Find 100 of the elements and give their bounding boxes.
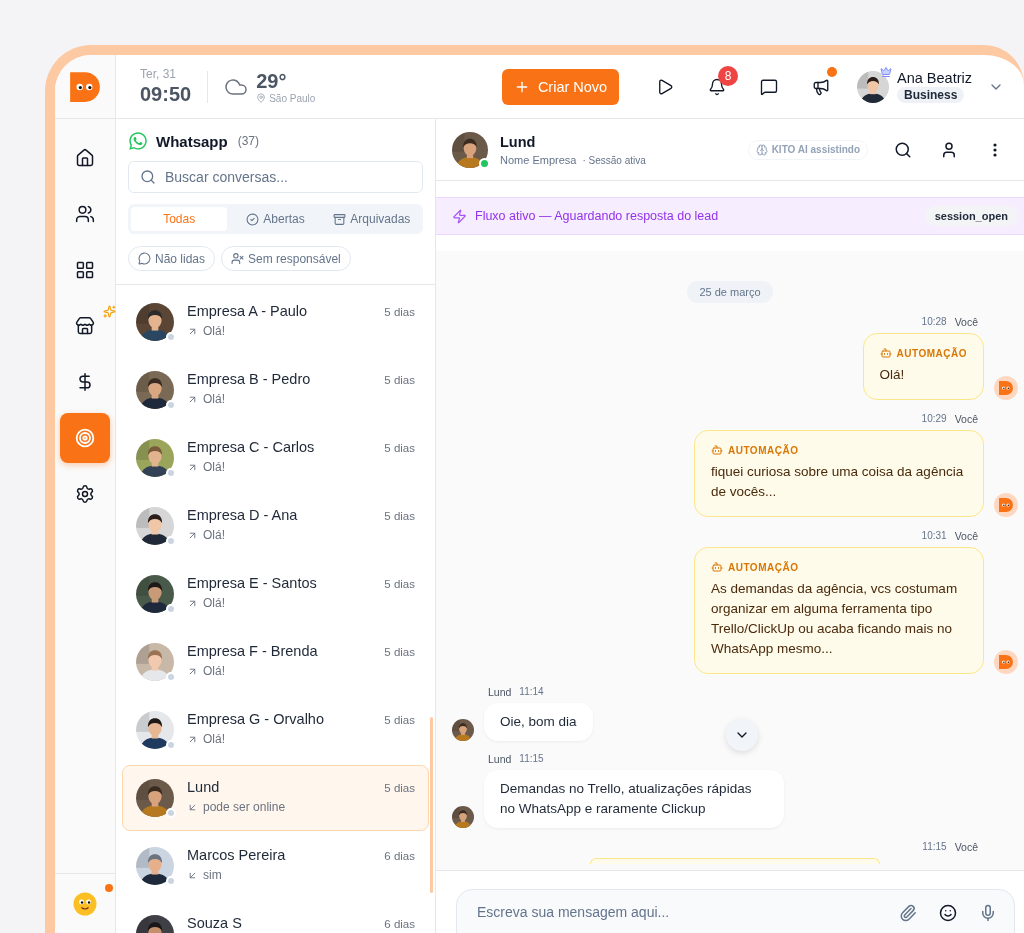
conversation-item[interactable]: Souza S 6 dias xyxy=(116,901,435,933)
time-text: 5 dias xyxy=(384,374,415,386)
message-preview: Olá! xyxy=(203,528,225,542)
message-bubble: Oie, bom dia xyxy=(484,703,593,741)
date-separator: 25 de março xyxy=(687,281,773,303)
sparkle-icon xyxy=(103,305,116,318)
message-time: 10:28 xyxy=(921,316,947,328)
message-preview: Olá! xyxy=(203,732,225,746)
automation-label: AUTOMAÇÃO xyxy=(728,561,799,573)
time-text: 5 dias xyxy=(384,306,415,318)
session-status: · Sessão ativa xyxy=(582,154,646,166)
contact-name: Empresa A - Paulo xyxy=(187,303,308,319)
sender-name: Lund xyxy=(488,753,512,765)
time-text: 5 dias xyxy=(384,782,415,794)
message-preview: Olá! xyxy=(203,460,225,474)
filter-tab[interactable]: Arquivadas xyxy=(323,207,420,231)
channel-title: Whatsapp xyxy=(156,132,228,150)
notifications-button[interactable]: 8 xyxy=(691,68,744,105)
message-time: 11:15 xyxy=(922,841,947,853)
lightning-icon xyxy=(452,208,467,224)
contact-name: Empresa D - Ana xyxy=(187,507,298,523)
contact-name: Empresa F - Brenda xyxy=(187,643,318,659)
contact-name: Souza S xyxy=(187,915,242,931)
sender-name: Você xyxy=(954,413,978,425)
check-circle-icon xyxy=(246,212,260,226)
search-icon xyxy=(140,169,156,185)
sender-name: Você xyxy=(954,530,978,542)
city-text: São Paulo xyxy=(269,92,316,104)
automation-label: AUTOMAÇÃO xyxy=(728,444,799,456)
home-icon xyxy=(75,148,95,168)
chat-icon xyxy=(760,77,779,96)
message-preview: sim xyxy=(203,868,222,882)
microphone-icon[interactable] xyxy=(979,904,997,922)
unread-dot xyxy=(827,66,838,77)
date-text: Ter, 31 xyxy=(140,67,178,81)
play-icon xyxy=(656,77,675,96)
message-time: 10:31 xyxy=(921,530,947,542)
conversation-item[interactable]: Empresa B - Pedro 5 dias Olá! xyxy=(116,357,435,423)
bot-icon xyxy=(711,561,723,573)
smiley-avatar-icon[interactable] xyxy=(73,891,97,916)
message-time: 11:15 xyxy=(519,753,544,765)
scrollbar[interactable] xyxy=(430,717,433,893)
contact-name: Empresa E - Santos xyxy=(187,575,317,591)
logo-icon xyxy=(68,69,102,104)
conversation-count: (37) xyxy=(237,134,259,148)
conversation-item[interactable]: Empresa A - Paulo 5 dias Olá! xyxy=(116,289,435,355)
time-text: 5 dias xyxy=(384,510,415,522)
archive-icon xyxy=(333,212,347,226)
user-name: Ana Beatriz xyxy=(897,70,972,86)
conversation-item[interactable]: Lund 5 dias pode ser online xyxy=(122,765,429,831)
contact-name: Empresa C - Carlos xyxy=(187,439,315,455)
sender-name: Você xyxy=(954,316,978,328)
search-field[interactable]: Buscar conversas... xyxy=(128,161,423,193)
scroll-down-button[interactable] xyxy=(726,719,758,751)
message-preview: pode ser online xyxy=(203,800,286,814)
more-icon xyxy=(993,142,997,157)
location-pin-icon xyxy=(256,93,267,103)
message-text: As demandas da agência, vcs costumam organizar em alguma ferramenta tipo Trello/ClickUp ou acaba ficando mais no WhatsApp mesmo... xyxy=(711,580,959,658)
chat-bubble-icon xyxy=(138,252,151,265)
megaphone-icon xyxy=(812,77,831,96)
settings-icon xyxy=(75,484,95,504)
grid-icon xyxy=(75,260,95,280)
time-text: 5 dias xyxy=(384,646,415,658)
message-time: 11:14 xyxy=(519,686,544,698)
contact-name: Marcos Pereira xyxy=(187,847,286,863)
message-time: 10:29 xyxy=(921,413,947,425)
user-menu[interactable]: Ana Beatriz Business xyxy=(857,70,1004,103)
message-preview: Olá! xyxy=(203,324,225,338)
conversation-item[interactable]: Empresa G - Orvalho 5 dias Olá! xyxy=(116,697,435,763)
search-icon xyxy=(894,140,912,159)
conversation-item[interactable]: Empresa C - Carlos 5 dias Olá! xyxy=(116,425,435,491)
message-input[interactable]: Escreva sua mensagem aqui... xyxy=(456,889,1015,933)
emoji-icon[interactable] xyxy=(939,904,957,922)
contact-name: Empresa B - Pedro xyxy=(187,371,311,387)
paperclip-icon[interactable] xyxy=(899,904,917,922)
sender-name: Lund xyxy=(488,686,512,698)
whatsapp-icon xyxy=(128,131,148,151)
session-tag: session_open xyxy=(924,206,1018,226)
time-text: 5 dias xyxy=(384,442,415,454)
conversation-item[interactable]: Marcos Pereira 6 dias sim xyxy=(116,833,435,899)
message-preview: Olá! xyxy=(203,664,225,678)
notification-badge: 8 xyxy=(718,65,739,86)
message-text: Olá! xyxy=(879,366,906,384)
filter-tab[interactable]: Abertas xyxy=(227,207,324,231)
time-text: 6 dias xyxy=(384,918,415,930)
message-preview: Olá! xyxy=(203,392,225,406)
company-name: Nome Empresa xyxy=(500,153,577,166)
store-icon xyxy=(75,316,95,336)
contact-name: Lund xyxy=(500,133,537,150)
target-nav-button[interactable] xyxy=(60,413,110,463)
brain-icon xyxy=(755,143,768,156)
filter-chip[interactable]: Sem responsável xyxy=(221,246,351,271)
time-text: 6 dias xyxy=(384,850,415,862)
bot-icon xyxy=(711,444,723,456)
filter-chip[interactable]: Não lidas xyxy=(128,246,216,271)
plan-label: Business xyxy=(897,87,965,103)
conversation-item[interactable]: Empresa D - Ana 5 dias Olá! xyxy=(116,493,435,559)
conversation-item[interactable]: Empresa E - Santos 5 dias Olá! xyxy=(116,561,435,627)
users-icon xyxy=(75,204,95,224)
conversation-item[interactable]: Empresa F - Brenda 5 dias Olá! xyxy=(116,629,435,695)
